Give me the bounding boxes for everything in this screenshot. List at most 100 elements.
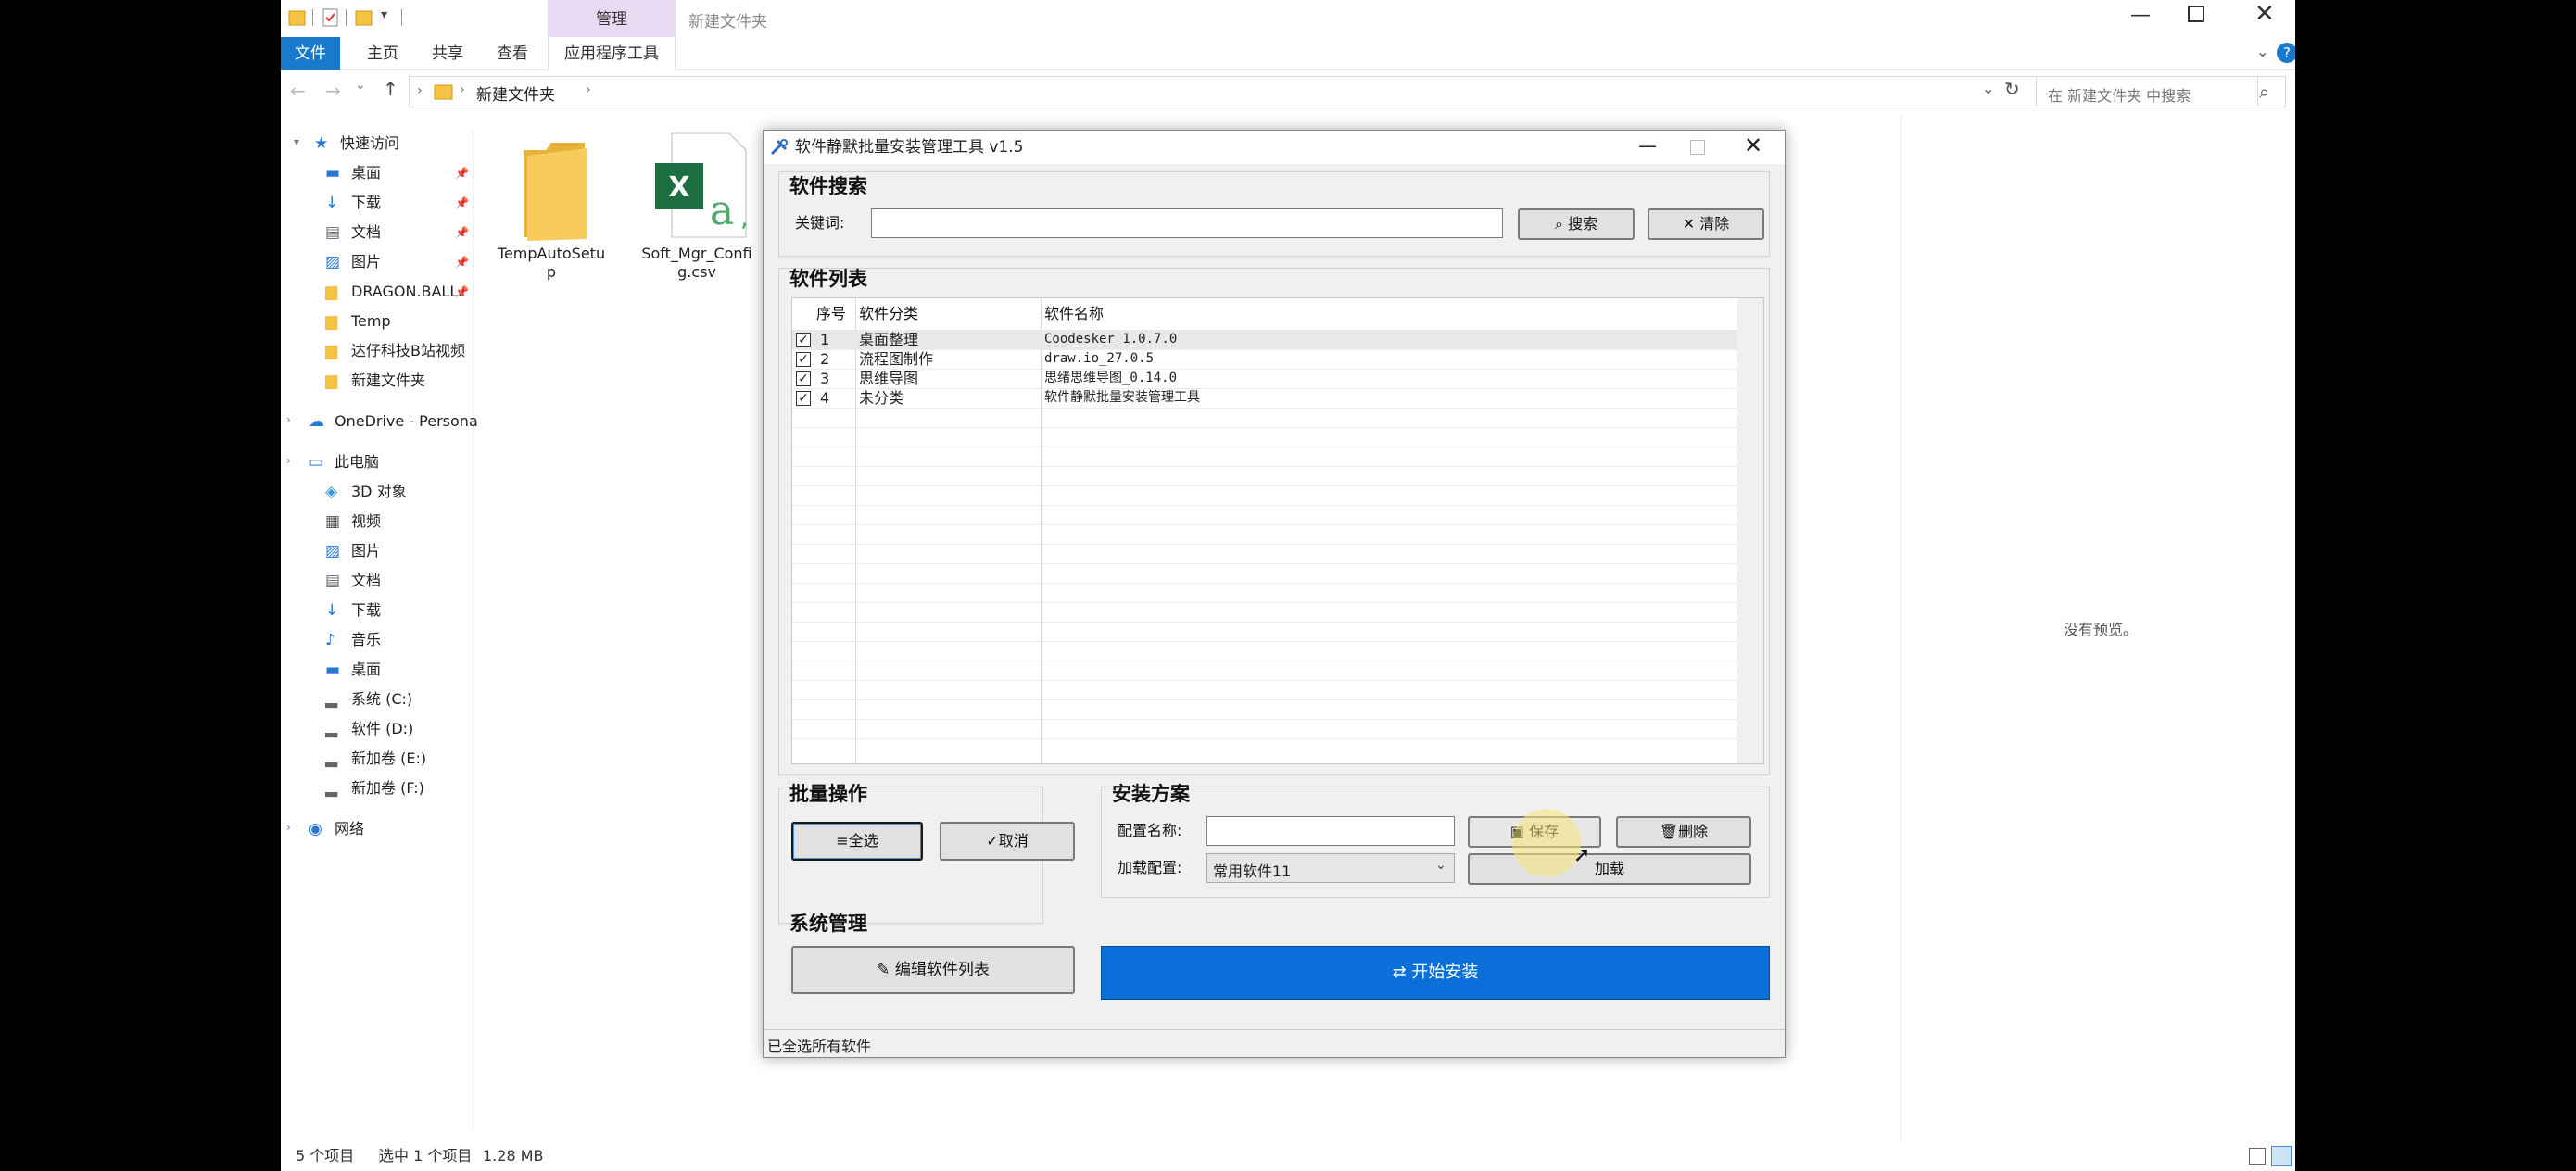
breadcrumb[interactable]: 新建文件夹 [476, 82, 555, 105]
system-section-title: 系统管理 [789, 913, 867, 935]
installer-tool-window: 软件静默批量安装管理工具 v1.5 — ✕ 软件搜索 关键词: ⌕ 搜索 ✕ 清… [763, 130, 1786, 1058]
grid-line [792, 602, 1737, 603]
up-arrow-icon[interactable]: ↑ [383, 78, 398, 100]
grid-line [792, 738, 1737, 739]
select-all-button[interactable]: ≡全选 [791, 822, 923, 861]
sidebar-item-label: 新建文件夹 [351, 371, 426, 389]
row-number: 3 [820, 370, 830, 387]
item-count: 5 个项目 [296, 1147, 355, 1165]
grid-line [792, 544, 1737, 545]
search-box[interactable]: 在 新建文件夹 中搜索 ⌕ [2036, 76, 2286, 107]
preview-divider [1900, 115, 1901, 1141]
sidebar-item-label: 图片 [351, 542, 382, 560]
breadcrumb-chevron-icon: › [417, 83, 423, 98]
folder-icon: ▆ [325, 312, 338, 331]
tab-app-tools[interactable]: 应用程序工具 [548, 37, 676, 70]
breadcrumb-chevron-icon: › [460, 82, 465, 97]
start-install-button[interactable]: ⇄ 开始安装 [1101, 946, 1770, 1000]
context-tab-manage[interactable]: 管理 [548, 0, 676, 37]
column-header-name[interactable]: 软件名称 [1044, 298, 1104, 330]
plan-name-input[interactable] [1206, 816, 1455, 846]
table-row[interactable]: ✓ 2 流程图制作 draw.io_27.0.5 [792, 349, 1737, 369]
grid-line [792, 680, 1737, 681]
software-table[interactable]: 序号 软件分类 软件名称 ✓ 1 桌面整理 Coodesker_1.0.7.0 ✓ 2 流程… [791, 297, 1764, 764]
grid-line [792, 583, 1737, 584]
load-config-select[interactable]: 常用软件11 ⌄ [1206, 853, 1455, 883]
load-config-value: 常用软件11 [1213, 863, 1292, 880]
column-header-no[interactable]: 序号 [816, 298, 846, 330]
row-checkbox[interactable]: ✓ [796, 391, 811, 406]
folder-icon: ▆ [325, 371, 338, 390]
sidebar-item-label: 桌面 [351, 164, 382, 182]
file-name-line: TempAutoSetu [497, 245, 606, 262]
table-row[interactable]: ✓ 3 思维导图 思绪思维导图_0.14.0 [792, 369, 1737, 388]
file-item[interactable]: X a , Soft_Mgr_Confi g.csv [637, 130, 757, 296]
pin-icon: 📌 [455, 167, 469, 180]
preview-placeholder: 没有预览。 [2064, 621, 2139, 638]
file-item[interactable]: TempAutoSetu p [496, 130, 607, 296]
table-scrollbar[interactable] [1737, 298, 1763, 763]
edit-software-list-button[interactable]: ✎ 编辑软件列表 [791, 946, 1075, 994]
search-icon[interactable]: ⌕ [2259, 81, 2269, 103]
plan-section-title: 安装方案 [1112, 783, 1190, 805]
table-row[interactable]: ✓ 4 未分类 软件静默批量安装管理工具 [792, 388, 1737, 408]
picture-icon: ▨ [325, 542, 341, 560]
dialog-minimize-button[interactable]: — [1638, 129, 1657, 162]
tab-file[interactable]: 文件 [281, 37, 340, 70]
large-icons-view-icon[interactable] [2271, 1146, 2292, 1166]
row-number: 2 [820, 350, 830, 368]
forward-arrow-icon[interactable]: → [325, 80, 341, 102]
folder-icon [288, 10, 306, 26]
delete-plan-button[interactable]: 🗑删除 [1616, 816, 1751, 848]
trash-icon: 🗑 [1659, 823, 1679, 840]
expand-arrow-icon[interactable]: › [286, 413, 291, 426]
excel-icon: X a , [655, 132, 749, 238]
details-view-icon[interactable] [2249, 1148, 2266, 1165]
drive-icon: ▂ [325, 749, 338, 768]
column-header-category[interactable]: 软件分类 [859, 298, 918, 330]
document-icon: ▤ [325, 223, 341, 242]
keyword-input[interactable] [871, 208, 1503, 238]
refresh-icon[interactable]: ↻ [2004, 78, 2020, 100]
back-arrow-icon[interactable]: ← [290, 80, 306, 102]
dialog-close-button[interactable]: ✕ [1744, 129, 1762, 162]
customize-toolbar-icon[interactable]: ▾ [381, 7, 387, 22]
tab-share[interactable]: 共享 [418, 37, 477, 70]
search-button[interactable]: ⌕ 搜索 [1518, 208, 1635, 240]
tab-home[interactable]: 主页 [353, 37, 412, 70]
minimize-button[interactable]: — [2130, 4, 2151, 27]
table-row[interactable]: ✓ 1 桌面整理 Coodesker_1.0.7.0 [792, 330, 1737, 349]
expand-arrow-icon[interactable]: › [286, 821, 291, 834]
address-field[interactable]: › › 新建文件夹 › [409, 76, 2258, 107]
expand-arrow-icon[interactable]: › [286, 454, 291, 467]
install-icon: ⇄ [1392, 963, 1407, 982]
new-folder-icon[interactable] [355, 7, 373, 28]
clear-button[interactable]: ✕ 清除 [1648, 208, 1764, 240]
sidebar-item-label: 此电脑 [335, 453, 380, 471]
breadcrumb-chevron-icon: › [586, 82, 591, 97]
svg-text:a: a [710, 187, 734, 234]
address-dropdown-icon[interactable]: ⌄ [1982, 80, 1994, 97]
folder-icon [524, 143, 587, 241]
help-icon[interactable]: ? [2277, 43, 2295, 63]
row-checkbox[interactable]: ✓ [796, 371, 811, 386]
row-checkbox[interactable]: ✓ [796, 352, 811, 367]
recent-locations-icon[interactable]: ⌄ [355, 78, 366, 93]
row-checkbox[interactable]: ✓ [796, 333, 811, 347]
dialog-status-text: 已全选所有软件 [767, 1038, 872, 1055]
expand-arrow-icon[interactable]: ▾ [294, 135, 299, 148]
load-plan-button[interactable]: 加载 [1468, 853, 1751, 885]
properties-icon[interactable] [322, 7, 340, 28]
grid-line [792, 719, 1737, 720]
sidebar-item-label: 软件 (D:) [351, 720, 414, 737]
load-config-label: 加载配置: [1118, 859, 1182, 876]
cancel-selection-button[interactable]: ✓取消 [940, 822, 1075, 861]
maximize-button[interactable] [2188, 6, 2204, 22]
folder-icon [434, 84, 453, 100]
sidebar-item-label: 文档 [351, 572, 382, 589]
close-button[interactable]: ✕ [2254, 0, 2275, 28]
ribbon-expand-icon[interactable]: ⌄ [2256, 43, 2268, 60]
sidebar-item-label: 新加卷 (E:) [351, 749, 427, 767]
tab-view[interactable]: 查看 [483, 37, 542, 70]
grid-line [792, 485, 1737, 486]
